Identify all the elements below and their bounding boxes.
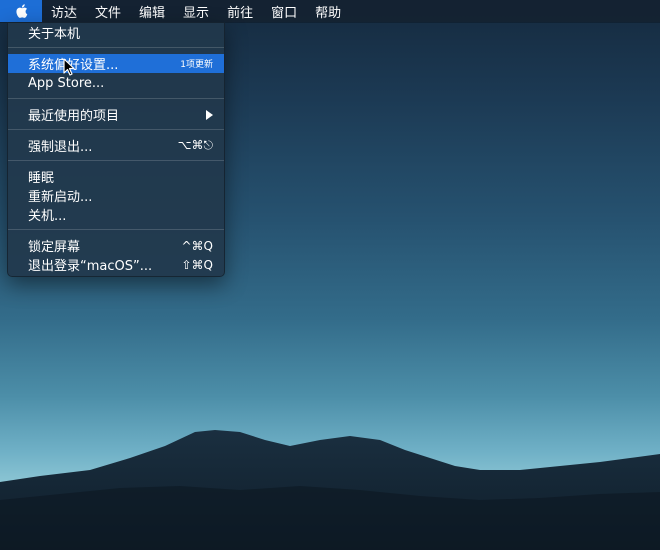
menu-separator [8, 98, 224, 99]
menu-item-label: App Store... [28, 76, 105, 91]
menu-file[interactable]: 文件 [86, 0, 130, 22]
menu-item-label: 强制退出... [28, 140, 93, 155]
menu-item-app-store[interactable]: App Store... [8, 74, 224, 93]
apple-logo-icon [16, 4, 28, 18]
menu-item-label: 关于本机 [28, 27, 81, 42]
menu-item-lock-screen[interactable]: 锁定屏幕 ^⌘Q [8, 236, 224, 256]
apple-dropdown-menu: 关于本机 系统偏好设置... 1项更新 App Store... 最近使用的项目… [7, 22, 225, 277]
menu-item-label: 睡眠 [28, 171, 55, 186]
menu-item-system-preferences[interactable]: 系统偏好设置... 1项更新 [8, 54, 224, 73]
menu-item-logout[interactable]: 退出登录“macOS”... ⇧⌘Q [8, 255, 224, 275]
apple-menu-button[interactable] [0, 0, 42, 22]
menu-item-label: 关机... [28, 209, 67, 224]
update-badge: 1项更新 [180, 60, 213, 70]
menu-item-about[interactable]: 关于本机 [8, 23, 224, 42]
desktop: 访达 文件 编辑 显示 前往 窗口 帮助 关于本机 系统偏好设置... 1项更新… [0, 0, 660, 550]
menu-edit[interactable]: 编辑 [130, 0, 174, 22]
menu-item-label: 最近使用的项目 [28, 109, 120, 124]
menu-item-force-quit[interactable]: 强制退出... ⌥⌘⎋ [8, 136, 224, 155]
mouse-pointer-icon [63, 58, 75, 76]
menu-separator [8, 229, 224, 230]
keyboard-shortcut: ⇧⌘Q [181, 257, 214, 272]
keyboard-shortcut: ^⌘Q [181, 238, 214, 253]
menu-item-label: 系统偏好设置... [28, 58, 119, 73]
menu-bar: 访达 文件 编辑 显示 前往 窗口 帮助 [0, 0, 660, 22]
menu-item-label: 重新启动... [28, 190, 93, 205]
menu-item-label: 锁定屏幕 [28, 240, 81, 255]
menu-item-restart[interactable]: 重新启动... [8, 186, 224, 205]
menu-window[interactable]: 窗口 [262, 0, 306, 22]
menu-item-recent-items[interactable]: 最近使用的项目 [8, 105, 224, 124]
menu-view[interactable]: 显示 [174, 0, 218, 22]
menu-item-label: 退出登录“macOS”... [28, 259, 153, 274]
menu-separator [8, 129, 224, 130]
menu-separator [8, 47, 224, 48]
submenu-arrow-icon [206, 109, 213, 120]
menu-item-sleep[interactable]: 睡眠 [8, 167, 224, 186]
menu-item-shutdown[interactable]: 关机... [8, 205, 224, 224]
keyboard-shortcut: ⌥⌘⎋ [177, 138, 213, 152]
menu-finder[interactable]: 访达 [42, 0, 86, 22]
menu-go[interactable]: 前往 [218, 0, 262, 22]
menu-help[interactable]: 帮助 [306, 0, 350, 22]
menu-separator [8, 160, 224, 161]
